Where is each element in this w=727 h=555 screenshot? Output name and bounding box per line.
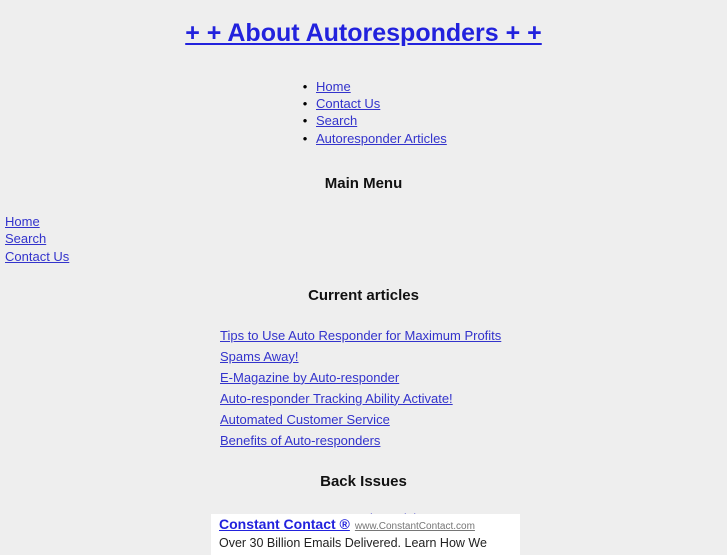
- article-list-item[interactable]: Automated Customer Service: [220, 409, 727, 430]
- bullet-icon: •: [302, 113, 308, 129]
- article-list-item[interactable]: Spams Away!: [220, 346, 727, 367]
- article-link-benefits-of-auto-responders[interactable]: Benefits of Auto-responders: [220, 433, 380, 448]
- main-menu-link-contact-us[interactable]: Contact Us: [5, 249, 69, 264]
- article-link-tips-to-use-auto-responder[interactable]: Tips to Use Auto Responder for Maximum P…: [220, 328, 501, 343]
- page-title-link[interactable]: + + About Autoresponders + +: [185, 19, 542, 47]
- ad-url-link[interactable]: www.ConstantContact.com: [355, 521, 475, 532]
- back-issues-heading: Back Issues: [320, 472, 407, 490]
- main-menu-item-search[interactable]: Search: [5, 230, 727, 247]
- top-nav-item-home[interactable]: • Home: [0, 78, 727, 95]
- top-nav-item-contact-us[interactable]: • Contact Us: [0, 95, 727, 112]
- article-link-automated-customer-service[interactable]: Automated Customer Service: [220, 412, 390, 427]
- top-nav-link-search[interactable]: Search: [316, 113, 357, 128]
- main-menu-list: Home Search Contact Us: [5, 213, 727, 265]
- top-nav-link-autoresponder-articles[interactable]: Autoresponder Articles: [316, 131, 447, 146]
- article-list-item[interactable]: Benefits of Auto-responders: [220, 430, 727, 451]
- ad-title-row: Constant Contact ® www.ConstantContact.co…: [219, 517, 516, 534]
- main-menu-item-contact-us[interactable]: Contact Us: [5, 248, 727, 265]
- article-link-spams-away[interactable]: Spams Away!: [220, 349, 299, 364]
- article-link-auto-responder-tracking-ability[interactable]: Auto-responder Tracking Ability Activate…: [220, 391, 453, 406]
- bullet-icon: •: [302, 130, 308, 146]
- current-articles-list: Tips to Use Auto Responder for Maximum P…: [220, 325, 727, 451]
- article-list-item[interactable]: E-Magazine by Auto-responder: [220, 367, 727, 388]
- current-articles-heading: Current articles: [308, 286, 419, 304]
- top-nav-link-home[interactable]: Home: [316, 79, 351, 94]
- advertisement-block: Constant Contact ® www.ConstantContact.co…: [211, 514, 520, 555]
- top-nav-list: • Home • Contact Us • Search • Autorespo…: [0, 78, 727, 147]
- top-nav-item-search[interactable]: • Search: [0, 112, 727, 129]
- bullet-icon: •: [302, 96, 308, 112]
- article-list-item[interactable]: Auto-responder Tracking Ability Activate…: [220, 388, 727, 409]
- bullet-icon: •: [302, 78, 308, 94]
- ad-title-link[interactable]: Constant Contact ®: [219, 516, 350, 532]
- main-menu-link-search[interactable]: Search: [5, 231, 46, 246]
- main-menu-item-home[interactable]: Home: [5, 213, 727, 230]
- ad-body-text: Over 30 Billion Emails Delivered. Learn …: [219, 536, 487, 550]
- main-menu-link-home[interactable]: Home: [5, 214, 40, 229]
- top-nav-link-contact-us[interactable]: Contact Us: [316, 96, 380, 111]
- page-title: + + About Autoresponders + +: [0, 0, 727, 48]
- top-nav-item-autoresponder-articles[interactable]: • Autoresponder Articles: [0, 130, 727, 147]
- article-list-item[interactable]: Tips to Use Auto Responder for Maximum P…: [220, 325, 727, 346]
- article-link-e-magazine-by-auto-responder[interactable]: E-Magazine by Auto-responder: [220, 370, 399, 385]
- main-menu-heading: Main Menu: [324, 174, 403, 192]
